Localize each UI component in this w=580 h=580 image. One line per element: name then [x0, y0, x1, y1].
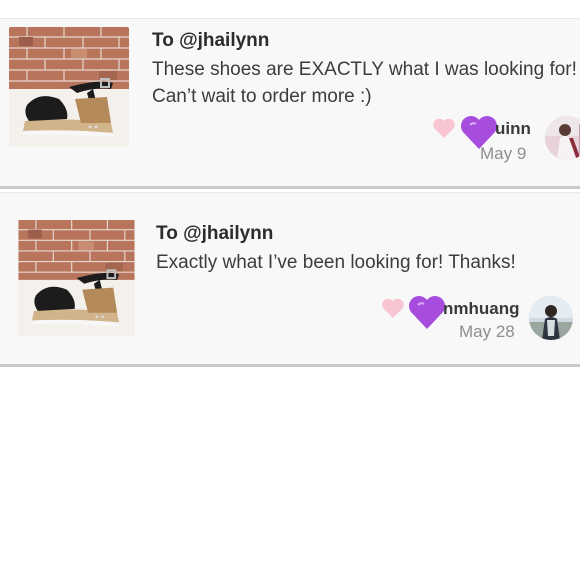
sandal-photo-icon	[18, 220, 135, 336]
comment-recipient[interactable]: To @jhailynn	[156, 223, 273, 245]
user-avatar[interactable]	[529, 296, 573, 340]
like-heart-icon[interactable]	[381, 297, 405, 319]
product-thumbnail[interactable]	[18, 220, 135, 336]
like-heart-icon[interactable]	[432, 117, 456, 139]
comment-text: Exactly what I’ve been looking for! Than…	[156, 252, 516, 273]
comment-card: To @jhailynn These shoes are EXACTLY wha…	[0, 18, 580, 189]
product-thumbnail[interactable]	[9, 27, 129, 147]
comment-date: May 9	[480, 144, 527, 163]
sandal-photo-icon	[9, 27, 129, 147]
user-avatar[interactable]	[545, 116, 580, 160]
comment-text: These shoes are EXACTLY what I was looki…	[152, 59, 577, 107]
comment-username[interactable]: nmhuang	[443, 299, 520, 319]
purple-heart-icon	[408, 295, 446, 331]
comment-date: May 28	[459, 322, 515, 341]
comment-username[interactable]: uinn	[495, 119, 531, 139]
comment-card: To @jhailynn Exactly what I’ve been look…	[0, 192, 580, 367]
comment-recipient[interactable]: To @jhailynn	[152, 30, 269, 52]
